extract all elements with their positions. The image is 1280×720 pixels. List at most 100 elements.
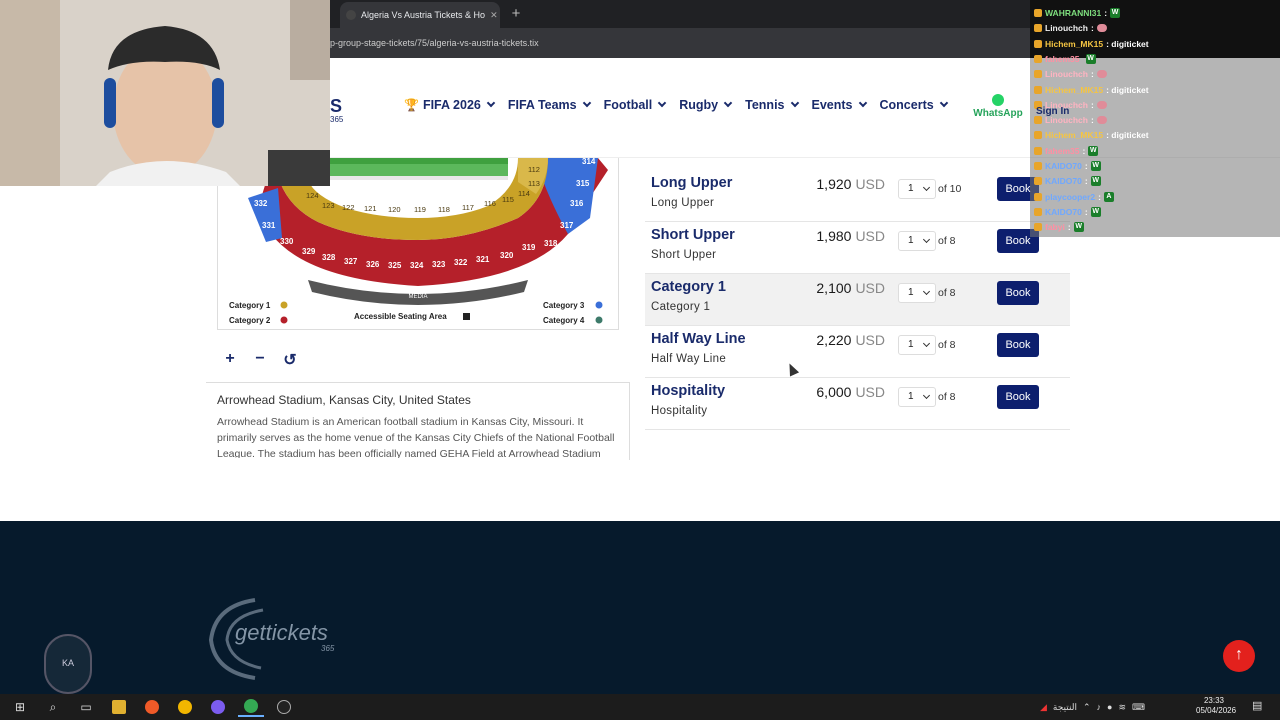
chat-badge-icon	[1034, 177, 1042, 186]
reset-map-button[interactable]: ↺	[282, 350, 298, 370]
nav-item-football[interactable]: Football	[603, 98, 667, 112]
chat-message: KAIDO70: W	[1034, 161, 1101, 171]
webcam-image	[0, 0, 330, 186]
tab-title: Algeria Vs Austria Tickets & Ho	[361, 10, 486, 20]
mic-icon[interactable]: ●	[1107, 702, 1112, 712]
tab-close-icon[interactable]: ✕	[490, 10, 498, 21]
section-label: 120	[388, 205, 401, 214]
price-value: 1,920	[816, 176, 852, 192]
footer-logo[interactable]: gettickets 365	[205, 596, 345, 680]
logo-text: S	[330, 96, 343, 116]
taskbar-clock[interactable]: 23:33 05/04/2026	[1196, 696, 1237, 716]
section-label: 324	[410, 261, 424, 270]
chat-badge-icon	[1034, 9, 1042, 17]
task-view-icon[interactable]: ▭	[73, 697, 99, 717]
chat-emote-icon: W	[1090, 176, 1101, 187]
quantity-select[interactable]: 1	[898, 335, 936, 355]
notification-icon[interactable]: ▤	[1252, 699, 1262, 712]
legend-swatch-3	[595, 301, 603, 309]
zoom-out-button[interactable]: −	[252, 350, 268, 370]
stadium-title: Arrowhead Stadium, Kansas City, United S…	[217, 393, 471, 407]
search-icon[interactable]: ⌕	[40, 697, 66, 717]
browser-tab[interactable]: Algeria Vs Austria Tickets & Ho ✕	[340, 2, 500, 28]
chat-text: :	[1084, 176, 1088, 187]
chevron-up-icon[interactable]: ⌃	[1083, 702, 1091, 713]
chat-text: :	[1082, 145, 1086, 156]
nav-item-tennis[interactable]: Tennis	[745, 98, 799, 112]
url-field[interactable]: p-group-stage-tickets/75/algeria-vs-aust…	[330, 33, 1030, 53]
chrome-active-icon[interactable]	[238, 697, 264, 717]
section-label: 325	[388, 261, 402, 270]
book-button[interactable]: Book	[997, 333, 1039, 357]
app-icon[interactable]	[205, 697, 231, 717]
windows-start-icon[interactable]: ⊞	[7, 697, 33, 717]
new-tab-button[interactable]: +	[506, 4, 526, 24]
price-currency: USD	[855, 176, 885, 192]
book-button[interactable]: Book	[997, 281, 1039, 305]
section-label: 112	[528, 165, 540, 174]
ticket-name: Category 1	[651, 279, 726, 295]
ticket-subtitle: Hospitality	[651, 405, 708, 417]
back-to-top-button[interactable]: ↑	[1223, 640, 1255, 672]
keyboard-icon[interactable]: ⌨	[1132, 702, 1145, 713]
sign-in-link[interactable]: Sign In	[1036, 106, 1069, 117]
whatsapp-icon	[992, 94, 1004, 106]
nav-item-concerts[interactable]: Concerts	[880, 98, 948, 112]
ticket-list: Long Upper Long Upper 1,920 USD 1 of 10 B…	[645, 170, 1070, 430]
quantity-select[interactable]: 1	[898, 387, 936, 407]
ticket-price: 1,920 USD	[816, 176, 885, 192]
zoom-in-button[interactable]: +	[222, 350, 238, 370]
nav-item-fifa-2026[interactable]: 🏆 FIFA 2026	[404, 98, 496, 112]
tab-favicon-icon	[346, 10, 356, 20]
chat-text: :	[1090, 23, 1094, 34]
legend-swatch-4	[595, 316, 603, 324]
quantity-select[interactable]: 1	[898, 283, 936, 303]
nav-label: Rugby	[679, 98, 719, 112]
nav-label: Football	[603, 98, 653, 112]
brave-icon[interactable]	[139, 697, 165, 717]
price-value: 2,100	[816, 280, 852, 296]
section-label: 117	[462, 203, 474, 212]
clock-date: 05/04/2026	[1196, 706, 1237, 715]
chat-badge-icon	[1034, 70, 1042, 79]
chat-username: Linouchch	[1045, 23, 1088, 34]
chat-text: : digiticket	[1106, 38, 1149, 49]
chat-emote-icon: W	[1090, 161, 1101, 171]
ticket-name: Half Way Line	[651, 331, 746, 347]
nav-item-events[interactable]: Events	[812, 98, 867, 112]
app-tray-icon[interactable]: ◢	[1040, 702, 1047, 713]
file-explorer-icon[interactable]	[106, 697, 132, 717]
speaker-icon[interactable]: ♪	[1097, 702, 1102, 712]
chat-badge-icon	[1034, 24, 1042, 33]
legend-category-4: Category 4	[543, 316, 585, 325]
chevron-down-icon	[790, 98, 799, 108]
chat-badge-icon	[1034, 39, 1042, 48]
site-logo[interactable]: S 365	[330, 96, 343, 124]
ticket-row: Half Way Line Half Way Line 2,220 USD 1 o…	[645, 326, 1070, 378]
chrome-icon[interactable]	[172, 697, 198, 717]
chevron-down-icon	[723, 98, 733, 108]
nav-item-fifa-teams[interactable]: FIFA Teams	[508, 98, 591, 112]
section-label: 320	[500, 251, 514, 260]
chat-message: Linouchch:	[1034, 69, 1107, 79]
obs-icon[interactable]	[271, 697, 297, 717]
wifi-icon[interactable]: ≋	[1118, 702, 1126, 713]
quantity-select[interactable]: 1	[898, 179, 936, 199]
clock-time: 23:33	[1203, 696, 1225, 705]
chevron-down-icon	[858, 98, 867, 108]
whatsapp-link[interactable]: WhatsApp	[970, 94, 1026, 119]
nav-item-rugby[interactable]: Rugby	[679, 98, 733, 112]
legend-category-1: Category 1	[229, 301, 271, 310]
ticket-subtitle: Half Way Line	[651, 353, 727, 365]
chat-username: fahem35	[1045, 145, 1080, 156]
legend-category-2: Category 2	[229, 316, 271, 325]
ticket-subtitle: Long Upper	[651, 197, 715, 209]
section-label: 123	[322, 201, 335, 210]
book-button[interactable]: Book	[997, 385, 1039, 409]
chat-badge-icon	[1034, 192, 1042, 201]
chat-badge-icon	[1034, 162, 1042, 170]
nav-label: Tennis	[745, 98, 785, 112]
quantity-select[interactable]: 1	[898, 231, 936, 251]
chevron-down-icon	[486, 98, 496, 108]
section-label: 114	[518, 189, 530, 198]
